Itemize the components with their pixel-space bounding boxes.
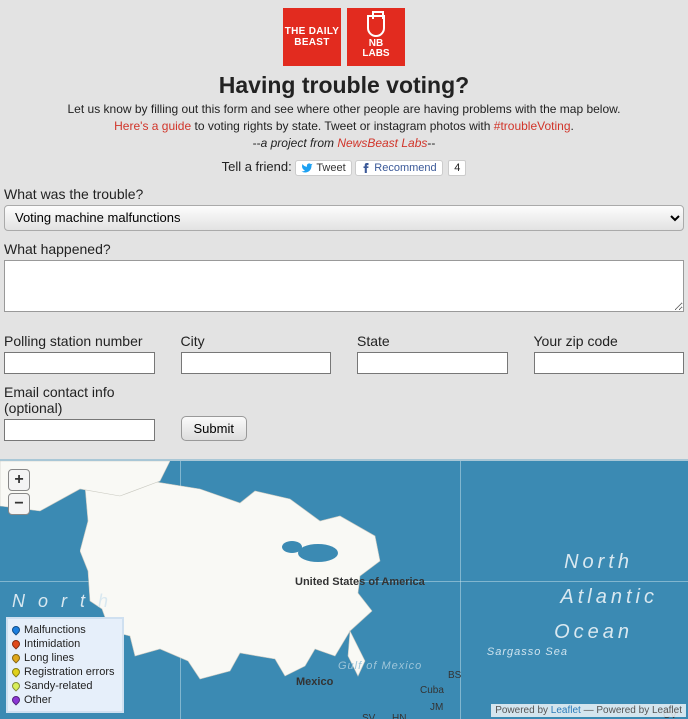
trouble-select[interactable]: Voting machine malfunctions (4, 205, 684, 231)
sv-label: SV (362, 713, 375, 719)
attrib-b: — Powered by Leaflet (581, 705, 682, 716)
attrib-a: Powered by (495, 705, 551, 716)
legend-label: Intimidation (24, 638, 80, 650)
city-label: City (181, 333, 332, 349)
legend-item: Registration errors (12, 665, 114, 679)
sub-line2-mid: to voting rights by state. Tweet or inst… (191, 119, 494, 133)
email-label: Email contact info (optional) (4, 384, 155, 416)
daily-beast-logo[interactable]: THE DAILY BEAST (283, 8, 341, 66)
pin-icon (10, 694, 21, 705)
logo-bar: THE DAILY BEAST NB LABS (0, 0, 688, 70)
sub3-pre: -- (253, 136, 261, 150)
legend-label: Registration errors (24, 666, 114, 678)
pin-icon (10, 680, 21, 691)
trouble-label: What was the trouble? (4, 186, 684, 202)
legend-item: Intimidation (12, 637, 114, 651)
page-subtitle: Let us know by filling out this form and… (0, 101, 688, 151)
share-label: Tell a friend: (222, 159, 292, 174)
legend-item: Long lines (12, 651, 114, 665)
legend-label: Sandy-related (24, 680, 93, 692)
map-attribution: Powered by Leaflet — Powered by Leaflet (491, 704, 686, 717)
sub3-em: a project from (261, 136, 338, 150)
map[interactable]: N o r t h North Atlantic Ocean Sargasso … (0, 459, 688, 719)
zip-input[interactable] (534, 352, 685, 374)
email-input[interactable] (4, 419, 155, 441)
mexico-label: Mexico (296, 676, 333, 688)
happened-label: What happened? (4, 241, 684, 257)
share-row: Tell a friend: Tweet Recommend 4 (0, 159, 688, 176)
page-title: Having trouble voting? (0, 72, 688, 99)
cuba-label: Cuba (420, 685, 444, 696)
recommend-button[interactable]: Recommend (355, 160, 442, 176)
jm-label: JM (430, 702, 443, 713)
polling-input[interactable] (4, 352, 155, 374)
zoom-in-button[interactable]: + (8, 469, 30, 491)
nblabs-link[interactable]: NewsBeast Labs (337, 136, 427, 150)
recommend-label: Recommend (374, 162, 436, 174)
tweet-button[interactable]: Tweet (295, 160, 351, 176)
happened-textarea[interactable] (4, 260, 684, 312)
zoom-controls: + − (8, 469, 30, 517)
twitter-icon (301, 162, 313, 174)
water-label-atlantic: Atlantic (560, 586, 658, 609)
hashtag-link[interactable]: #troubleVoting (494, 119, 571, 133)
nb-labs-logo[interactable]: NB LABS (347, 8, 405, 66)
pin-icon (10, 666, 21, 677)
legend-item: Malfunctions (12, 623, 114, 637)
zip-label: Your zip code (534, 333, 685, 349)
city-input[interactable] (181, 352, 332, 374)
state-input[interactable] (357, 352, 508, 374)
legend-label: Other (24, 694, 52, 706)
sub3-post: -- (427, 136, 435, 150)
zoom-out-button[interactable]: − (8, 493, 30, 515)
map-legend: Malfunctions Intimidation Long lines Regist… (6, 617, 124, 713)
guide-link[interactable]: Here's a guide (114, 119, 191, 133)
hn-label: HN (392, 713, 406, 719)
pin-icon (10, 652, 21, 663)
recommend-count: 4 (448, 160, 466, 176)
usa-label: United States of America (295, 576, 425, 588)
water-label-north-left: N o r t h (12, 591, 112, 612)
facebook-icon (361, 163, 371, 173)
polling-label: Polling station number (4, 333, 155, 349)
pin-icon (10, 638, 21, 649)
bs-label: BS (448, 670, 461, 681)
legend-label: Malfunctions (24, 624, 86, 636)
legend-item: Sandy-related (12, 679, 114, 693)
water-label-north: North (564, 551, 633, 574)
leaflet-link[interactable]: Leaflet (551, 705, 581, 716)
logo-text: THE DAILY BEAST (285, 26, 340, 49)
sub-line2-tail: . (571, 119, 574, 133)
sub-line1: Let us know by filling out this form and… (68, 102, 621, 116)
form: What was the trouble? Voting machine mal… (0, 186, 688, 441)
state-label: State (357, 333, 508, 349)
water-label-ocean: Ocean (554, 621, 633, 644)
logo-text: NB LABS (362, 39, 389, 59)
tweet-label: Tweet (316, 162, 345, 174)
submit-button[interactable]: Submit (181, 416, 247, 441)
pin-icon (10, 624, 21, 635)
legend-label: Long lines (24, 652, 74, 664)
sargasso-label: Sargasso Sea (487, 646, 568, 658)
flask-icon (367, 15, 385, 37)
gulf-label: Gulf of Mexico (338, 661, 422, 672)
